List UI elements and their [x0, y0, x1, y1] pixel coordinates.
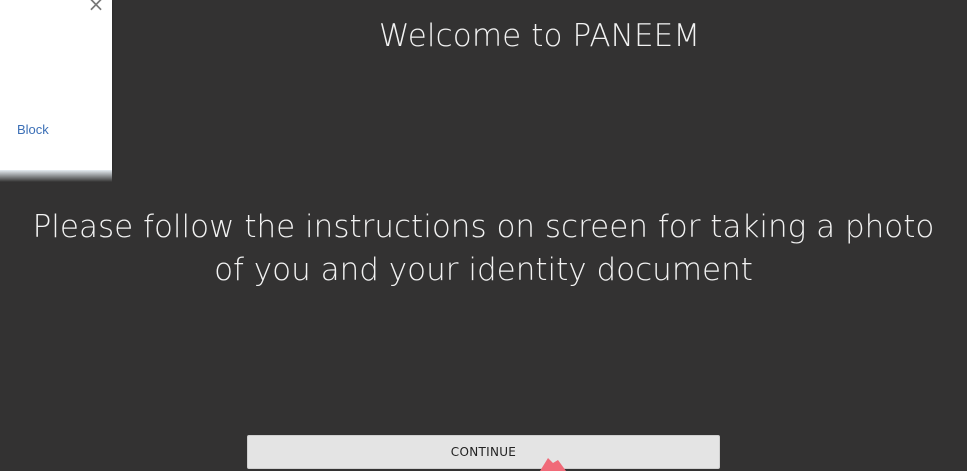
instructions-line-1: Please follow the instructions on screen…: [32, 209, 935, 245]
permission-popup: × Block: [0, 0, 112, 170]
instructions-line-2: of you and your identity document: [214, 252, 753, 288]
arrow-pointer-icon: [540, 458, 566, 471]
block-button[interactable]: Block: [17, 122, 49, 137]
instructions-text: Please follow the instructions on screen…: [0, 206, 967, 292]
popup-shadow-edge: [0, 170, 112, 182]
page-title: Welcome to PANEEM: [378, 18, 701, 54]
screen: Welcome to PANEEM Please follow the inst…: [0, 0, 967, 471]
close-icon[interactable]: ×: [86, 0, 106, 14]
continue-button[interactable]: CONTINUE: [247, 435, 720, 469]
welcome-screen: Welcome to PANEEM Please follow the inst…: [0, 0, 967, 471]
